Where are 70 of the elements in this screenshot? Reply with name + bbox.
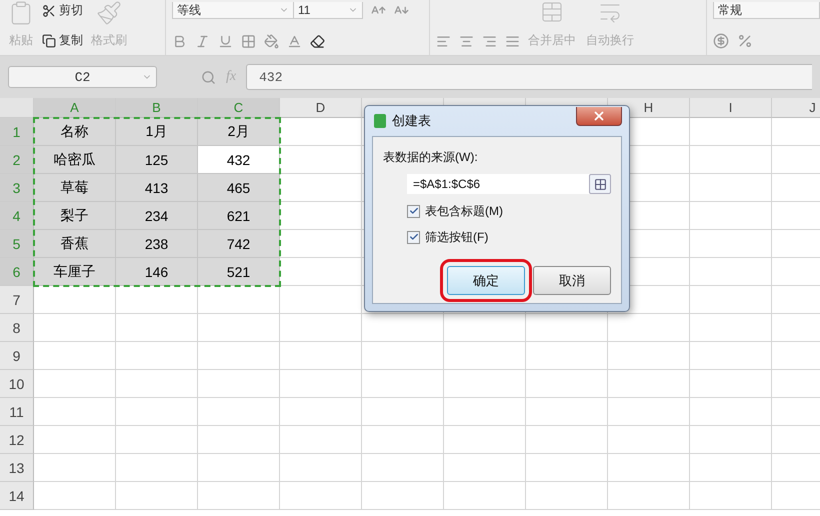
- table-cell: 465: [198, 174, 280, 202]
- fill-color-icon[interactable]: [264, 34, 279, 49]
- source-label: 表数据的来源(W):: [383, 149, 479, 166]
- bold-icon[interactable]: [172, 34, 187, 49]
- table-cell: 香蕉: [34, 230, 116, 258]
- paintbrush-icon: [96, 0, 122, 26]
- row-header[interactable]: 12: [0, 426, 34, 454]
- range-picker-button[interactable]: [589, 174, 611, 194]
- table-cell: 车厘子: [34, 258, 116, 286]
- table-cell: 2月: [198, 118, 280, 146]
- column-header[interactable]: I: [690, 98, 772, 118]
- checkbox-label: 表包含标题(M): [425, 202, 503, 220]
- underline-icon[interactable]: [218, 34, 233, 49]
- table-cell: 草莓: [34, 174, 116, 202]
- align-right-icon[interactable]: [482, 34, 497, 49]
- zoom-icon[interactable]: [201, 70, 216, 84]
- dialog-button[interactable]: 取消: [533, 266, 611, 295]
- table-cell: 413: [116, 174, 198, 202]
- row-header[interactable]: 9: [0, 342, 34, 370]
- source-field[interactable]: =$A$1:$C$6: [407, 174, 611, 194]
- formula-field[interactable]: 432: [246, 64, 812, 90]
- copy-button[interactable]: 复制: [42, 32, 83, 49]
- font-size-select[interactable]: 11: [293, 2, 363, 19]
- check-icon: [408, 206, 418, 216]
- cut-button[interactable]: 剪切: [42, 2, 83, 19]
- justify-icon[interactable]: [505, 34, 520, 49]
- currency-icon[interactable]: [713, 33, 729, 49]
- column-header[interactable]: J: [772, 98, 820, 118]
- dialog-title: 创建表: [392, 112, 432, 130]
- checkbox[interactable]: [407, 230, 420, 244]
- close-button[interactable]: [576, 106, 622, 126]
- table-cell: 哈密瓜: [34, 146, 116, 174]
- border-icon[interactable]: [241, 34, 256, 49]
- scissors-icon: [42, 4, 56, 18]
- row-header[interactable]: 13: [0, 454, 34, 482]
- row-header[interactable]: 8: [0, 314, 34, 342]
- check-icon: [408, 232, 418, 242]
- checkbox[interactable]: [407, 204, 420, 218]
- table-cell: 621: [198, 202, 280, 230]
- percent-icon[interactable]: [737, 33, 753, 49]
- row-header[interactable]: 14: [0, 482, 34, 510]
- eraser-icon[interactable]: [310, 34, 325, 49]
- align-center-icon[interactable]: [459, 34, 474, 49]
- table-cell: 234: [116, 202, 198, 230]
- table-cell: 146: [116, 258, 198, 286]
- font-name-select[interactable]: 等线: [172, 2, 294, 19]
- table-cell: 名称: [34, 118, 116, 146]
- table-cell: 125: [116, 146, 198, 174]
- table-cell: 742: [198, 230, 280, 258]
- name-box[interactable]: C2: [8, 66, 157, 88]
- table-cell: 521: [198, 258, 280, 286]
- row-header[interactable]: 11: [0, 398, 34, 426]
- table-cell: 梨子: [34, 202, 116, 230]
- column-header[interactable]: D: [280, 98, 362, 118]
- checkbox-label: 筛选按钮(F): [425, 228, 488, 246]
- row-header[interactable]: 10: [0, 370, 34, 398]
- italic-icon[interactable]: [195, 34, 210, 49]
- row-header[interactable]: 7: [0, 286, 34, 314]
- app-icon: [374, 114, 386, 128]
- table-cell: 238: [116, 230, 198, 258]
- align-left-icon[interactable]: [436, 34, 451, 49]
- merge-cells-icon: [540, 0, 564, 24]
- font-color-icon[interactable]: [287, 34, 302, 49]
- select-all-corner[interactable]: [0, 98, 34, 118]
- number-format-select[interactable]: 常规: [713, 2, 820, 19]
- table-cell: 1月: [116, 118, 198, 146]
- close-icon: [592, 108, 606, 122]
- table-icon: [594, 178, 606, 190]
- table-cell: 432: [198, 146, 280, 174]
- copy-icon: [42, 34, 56, 48]
